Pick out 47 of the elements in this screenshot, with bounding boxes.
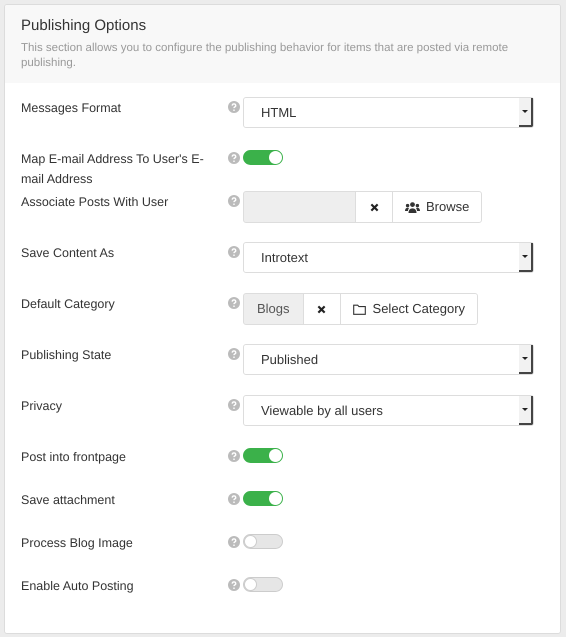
field-label: Map E-mail Address To User's E-mail Address [21, 151, 205, 188]
select-category-button[interactable]: Select Category [340, 293, 478, 325]
close-icon [370, 202, 378, 212]
select-dropdown[interactable]: Viewable by all users [243, 395, 534, 426]
field-label: Save attachment [21, 492, 116, 509]
field-label: Post into frontpage [21, 449, 127, 466]
user-field[interactable] [243, 191, 356, 223]
help-icon[interactable] [228, 579, 240, 591]
folder-icon [352, 304, 366, 314]
help-icon[interactable] [228, 536, 240, 548]
clear-button[interactable] [356, 191, 392, 223]
toggle-switch[interactable] [243, 491, 283, 506]
help-icon[interactable] [228, 152, 240, 164]
help-icon[interactable] [228, 348, 240, 360]
toggle-switch[interactable] [243, 150, 283, 165]
help-icon[interactable] [228, 399, 240, 411]
field-label: Messages Format [21, 100, 122, 117]
browse-button[interactable]: Browse [392, 191, 482, 223]
field-label: Save Content As [21, 245, 116, 262]
caret-icon [522, 110, 528, 113]
toggle-switch[interactable] [243, 577, 283, 592]
toggle-switch[interactable] [243, 448, 283, 463]
select-dropdown[interactable]: Introtext [243, 242, 534, 273]
field-label: Enable Auto Posting [21, 578, 135, 595]
help-icon[interactable] [228, 493, 240, 505]
category-field[interactable]: Blogs [243, 293, 304, 325]
select-dropdown[interactable]: HTML [243, 97, 534, 128]
panel-description: This section allows you to configure the publishing behavior for items that are posted via remote publishing. [21, 41, 510, 71]
select-dropdown[interactable]: Published [243, 344, 534, 375]
help-icon[interactable] [228, 101, 240, 113]
help-icon[interactable] [228, 297, 240, 309]
field-label: Publishing State [21, 347, 112, 364]
help-icon[interactable] [228, 195, 240, 207]
caret-icon [522, 357, 528, 360]
users-icon [405, 202, 420, 212]
caret-icon [522, 255, 528, 258]
caret-icon [522, 408, 528, 411]
field-label: Associate Posts With User [21, 194, 170, 211]
clear-button[interactable] [304, 293, 340, 325]
panel-title: Publishing Options [21, 16, 148, 36]
field-label: Process Blog Image [21, 535, 134, 552]
close-icon [317, 304, 326, 314]
field-label: Default Category [21, 296, 116, 313]
toggle-switch[interactable] [243, 534, 283, 549]
field-label: Privacy [21, 398, 63, 415]
help-icon[interactable] [228, 246, 240, 258]
help-icon[interactable] [228, 450, 240, 462]
